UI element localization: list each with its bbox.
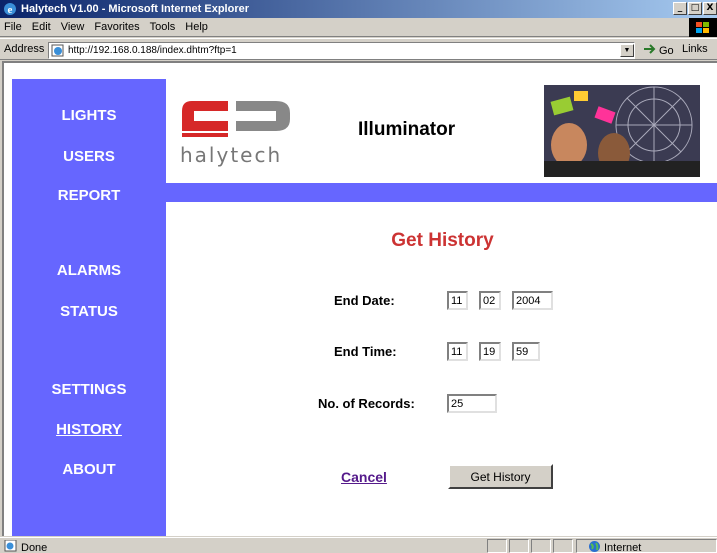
address-dropdown-icon[interactable]: ▼ [620, 44, 634, 57]
go-arrow-icon [643, 43, 657, 58]
nav-users[interactable]: USERS [12, 148, 166, 165]
status-text: Done [21, 541, 48, 553]
address-label: Address [4, 43, 45, 55]
globe-icon [588, 540, 601, 553]
nav-report[interactable]: REPORT [12, 187, 166, 204]
svg-text:e: e [8, 4, 13, 16]
security-zone: Internet [588, 540, 641, 553]
cancel-link[interactable]: Cancel [341, 469, 387, 485]
menu-favorites[interactable]: Favorites [94, 21, 139, 33]
sidebar-nav: LIGHTS USERS REPORT ALARMS STATUS SETTIN… [12, 79, 166, 536]
end-date-day-input[interactable]: 11 [447, 291, 468, 310]
close-button[interactable]: X [703, 2, 717, 15]
form-title: Get History [391, 230, 494, 251]
go-label: Go [659, 44, 674, 57]
status-panel [531, 539, 551, 553]
nav-status[interactable]: STATUS [12, 303, 166, 320]
records-label: No. of Records: [318, 396, 415, 411]
links-button[interactable]: Links [682, 43, 708, 55]
status-bar: Done Internet [0, 537, 717, 553]
window-title: Halytech V1.00 - Microsoft Internet Expl… [21, 3, 250, 15]
end-date-year-input[interactable]: 2004 [512, 291, 553, 310]
nav-about[interactable]: ABOUT [12, 461, 166, 478]
nav-settings[interactable]: SETTINGS [12, 381, 166, 398]
end-date-label: End Date: [334, 293, 395, 308]
header-photo [544, 85, 700, 177]
app-title: Illuminator [358, 119, 456, 140]
status-panel [509, 539, 529, 553]
address-bar: Address http://192.168.0.188/index.dhtm?… [0, 38, 717, 60]
end-time-label: End Time: [334, 344, 397, 359]
menu-bar: File Edit View Favorites Tools Help [0, 18, 717, 37]
status-panel [553, 539, 573, 553]
end-time-minute-input[interactable]: 19 [479, 342, 501, 361]
ie-icon: e [3, 2, 17, 16]
end-time-hour-input[interactable]: 11 [447, 342, 468, 361]
nav-lights[interactable]: LIGHTS [12, 107, 166, 124]
menu-view[interactable]: View [61, 21, 85, 33]
windows-logo-icon [689, 18, 717, 37]
menu-file[interactable]: File [4, 21, 22, 33]
menu-edit[interactable]: Edit [32, 21, 51, 33]
page-header: halytech Illuminator [166, 79, 717, 183]
go-button[interactable]: Go [643, 43, 674, 58]
end-time-second-input[interactable]: 59 [512, 342, 540, 361]
address-input[interactable]: http://192.168.0.188/index.dhtm?ftp=1 ▼ [48, 42, 635, 59]
page-icon [51, 44, 65, 57]
menu-tools[interactable]: Tools [150, 21, 176, 33]
header-band [166, 183, 717, 202]
brand-name: halytech [180, 143, 283, 167]
page-viewport: LIGHTS USERS REPORT ALARMS STATUS SETTIN… [2, 61, 717, 536]
records-input[interactable]: 25 [447, 394, 497, 413]
nav-alarms[interactable]: ALARMS [12, 262, 166, 279]
status-message: Done [4, 539, 48, 553]
window-titlebar[interactable]: e Halytech V1.00 - Microsoft Internet Ex… [0, 0, 717, 18]
minimize-button[interactable]: _ [673, 2, 687, 15]
maximize-button[interactable]: □ [688, 2, 702, 15]
page-done-icon [4, 539, 18, 553]
menu-help[interactable]: Help [185, 21, 208, 33]
get-history-button[interactable]: Get History [448, 464, 553, 489]
address-url: http://192.168.0.188/index.dhtm?ftp=1 [68, 45, 237, 56]
status-panel [487, 539, 507, 553]
end-date-month-input[interactable]: 02 [479, 291, 501, 310]
nav-history[interactable]: HISTORY [12, 421, 166, 438]
zone-label: Internet [604, 542, 642, 553]
